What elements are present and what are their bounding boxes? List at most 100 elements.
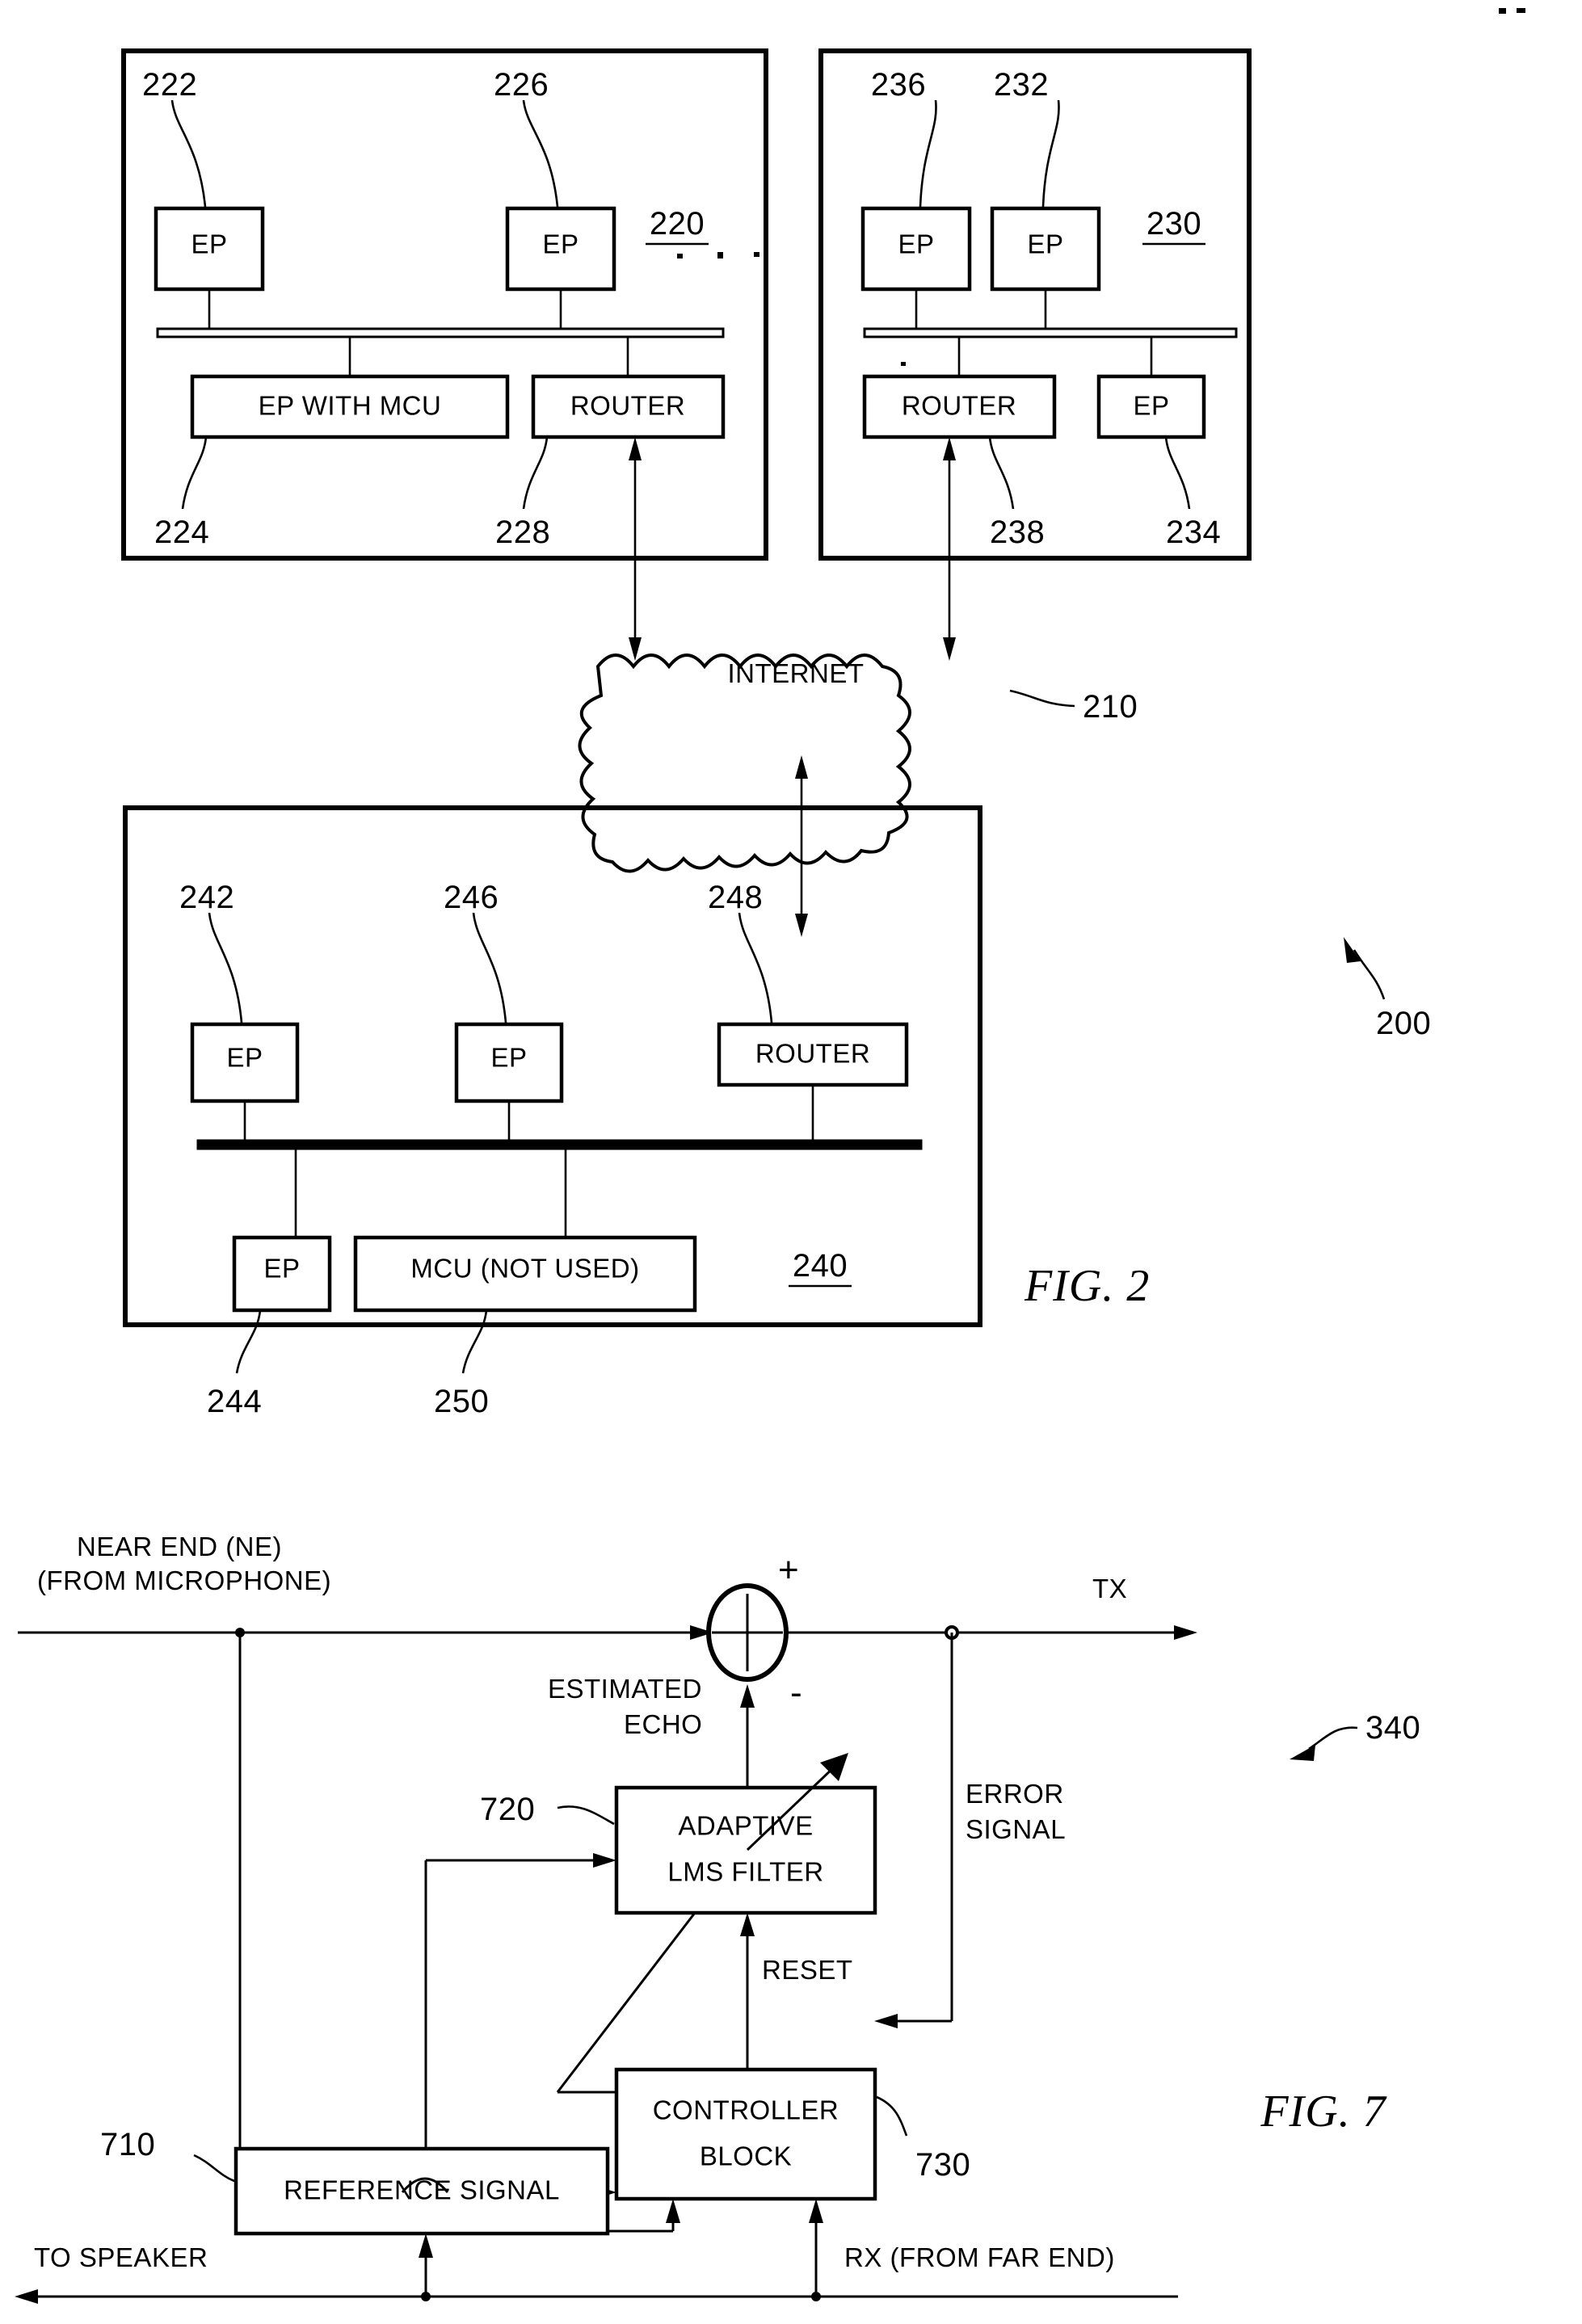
leader-226 [522, 99, 559, 208]
node-label-ep-226: EP [542, 229, 579, 259]
ref-720: 720 [480, 1792, 535, 1827]
arrowhead-refsig-into-controller [666, 2199, 680, 2223]
leader-340 [1308, 1726, 1358, 1750]
to-speaker-label: TO SPEAKER [34, 2242, 208, 2272]
ref-238: 238 [990, 515, 1045, 550]
ref-226: 226 [494, 67, 549, 103]
ref-250: 250 [434, 1384, 489, 1419]
arrowhead-to-router248 [795, 914, 808, 937]
adaptive-lms-filter-label-line2: LMS FILTER [667, 1857, 823, 1887]
arrowhead-to-router228 [629, 437, 642, 460]
node-label-router-228: ROUTER [570, 391, 685, 421]
leader-242 [208, 912, 243, 1023]
summer-minus-sign: - [790, 1673, 802, 1713]
ref-224: 224 [154, 515, 209, 550]
leader-210 [1009, 689, 1075, 708]
arrowhead-reset-into-lms [740, 1913, 755, 1936]
leader-200 [1353, 949, 1386, 1000]
patent-drawing-sheet: EP 222 EP 226 220 EP WITH MCU 224 ROUTER… [0, 0, 1582, 2324]
leader-246 [472, 912, 507, 1023]
ref-228: 228 [495, 515, 550, 550]
leader-238 [988, 436, 1015, 510]
node-label-ep-232: EP [1027, 229, 1063, 259]
node-label-ep-244: EP [263, 1254, 300, 1284]
ref-710: 710 [100, 2127, 155, 2162]
arrowhead-to-router238 [943, 437, 956, 460]
error-signal-label-line2: SIGNAL [966, 1814, 1066, 1844]
arrowhead-ref-into-lms [593, 1853, 616, 1868]
ref-244: 244 [207, 1384, 262, 1419]
ellipsis-dot-1 [677, 254, 683, 258]
leader-232 [1041, 99, 1060, 208]
lan-bus-site-b [863, 327, 1238, 338]
tx-label: TX [1092, 1574, 1127, 1603]
node-label-ep-with-mcu: EP WITH MCU [259, 391, 442, 421]
ref-210: 210 [1083, 689, 1138, 725]
error-signal-label-line1: ERROR [966, 1779, 1064, 1809]
ref-232: 232 [994, 67, 1049, 103]
leader-720 [557, 1805, 615, 1826]
arrowhead-to-internet-b [943, 637, 956, 661]
node-label-mcu-250: MCU (NOT USED) [410, 1254, 639, 1284]
ref-200: 200 [1376, 1006, 1431, 1041]
ref-242: 242 [179, 880, 234, 915]
arrowhead-rx-into-controller [809, 2199, 823, 2223]
leader-248 [738, 912, 773, 1023]
estimated-echo-label-line1: ESTIMATED [548, 1674, 702, 1704]
leader-250 [461, 1309, 488, 1374]
ref-220: 220 [650, 206, 705, 242]
node-label-router-238: ROUTER [902, 391, 1016, 421]
stray-dot-site-b [901, 362, 906, 366]
lan-bus-site-a [156, 327, 725, 338]
arrowhead-tx-out [1174, 1625, 1197, 1640]
leader-236 [919, 99, 937, 208]
figures-canvas: EP 222 EP 226 220 EP WITH MCU 224 ROUTER… [15, 8, 1525, 2304]
arrowhead-to-speaker [15, 2289, 38, 2304]
leader-710 [193, 2154, 235, 2183]
arrowhead-rx-into-refsig [419, 2234, 433, 2258]
arrowhead-to-internet-a [629, 637, 642, 661]
leader-222 [170, 99, 207, 208]
figure-7-caption: FIG. 7 [1260, 2087, 1386, 2137]
ref-234: 234 [1166, 515, 1221, 550]
adaptive-lms-filter-block[interactable] [614, 1785, 877, 1915]
ref-236: 236 [871, 67, 926, 103]
site-a-boundary [121, 48, 768, 561]
node-label-ep-246: EP [490, 1043, 527, 1073]
leader-224 [181, 436, 208, 510]
leader-234 [1164, 436, 1191, 510]
ellipsis-dot-3 [754, 252, 759, 257]
site-b-boundary [818, 48, 1252, 561]
node-label-router-248: ROUTER [755, 1039, 870, 1069]
internet-label: INTERNET [728, 658, 865, 688]
arrowhead-340 [1290, 1745, 1315, 1761]
ref-222: 222 [142, 67, 197, 103]
ref-240: 240 [793, 1248, 848, 1284]
wire-controller-to-lms-coeff [556, 1912, 696, 2093]
controller-block-label-line1: CONTROLLER [653, 2095, 839, 2125]
adaptive-lms-filter-label-line1: ADAPTIVE [678, 1811, 813, 1841]
figure-2-caption: FIG. 2 [1024, 1261, 1150, 1311]
arrowhead-200 [1344, 937, 1361, 963]
rx-label: RX (FROM FAR END) [844, 2242, 1115, 2272]
arrowhead-error-into-controller [874, 2014, 898, 2028]
estimated-echo-label-line2: ECHO [624, 1709, 702, 1739]
leader-244 [235, 1309, 262, 1374]
controller-block[interactable] [614, 2067, 877, 2201]
summer-plus-sign: + [778, 1550, 799, 1590]
arrowhead-echo-into-summer [740, 1684, 755, 1708]
controller-block-label-line2: BLOCK [700, 2141, 792, 2171]
node-label-ep-234: EP [1133, 391, 1169, 421]
sheet-mark-1 [1499, 8, 1506, 14]
near-end-label-line2: (FROM MICROPHONE) [37, 1565, 331, 1595]
ref-230: 230 [1147, 206, 1201, 242]
near-end-label-line1: NEAR END (NE) [77, 1532, 282, 1561]
ellipsis-dot-2 [717, 252, 723, 258]
node-label-ep-236: EP [898, 229, 934, 259]
leader-228 [522, 436, 549, 510]
ref-248: 248 [708, 880, 763, 915]
ref-730: 730 [915, 2147, 970, 2183]
lan-bus-site-c [196, 1139, 923, 1150]
ref-246: 246 [444, 880, 499, 915]
reset-label: RESET [762, 1955, 853, 1985]
